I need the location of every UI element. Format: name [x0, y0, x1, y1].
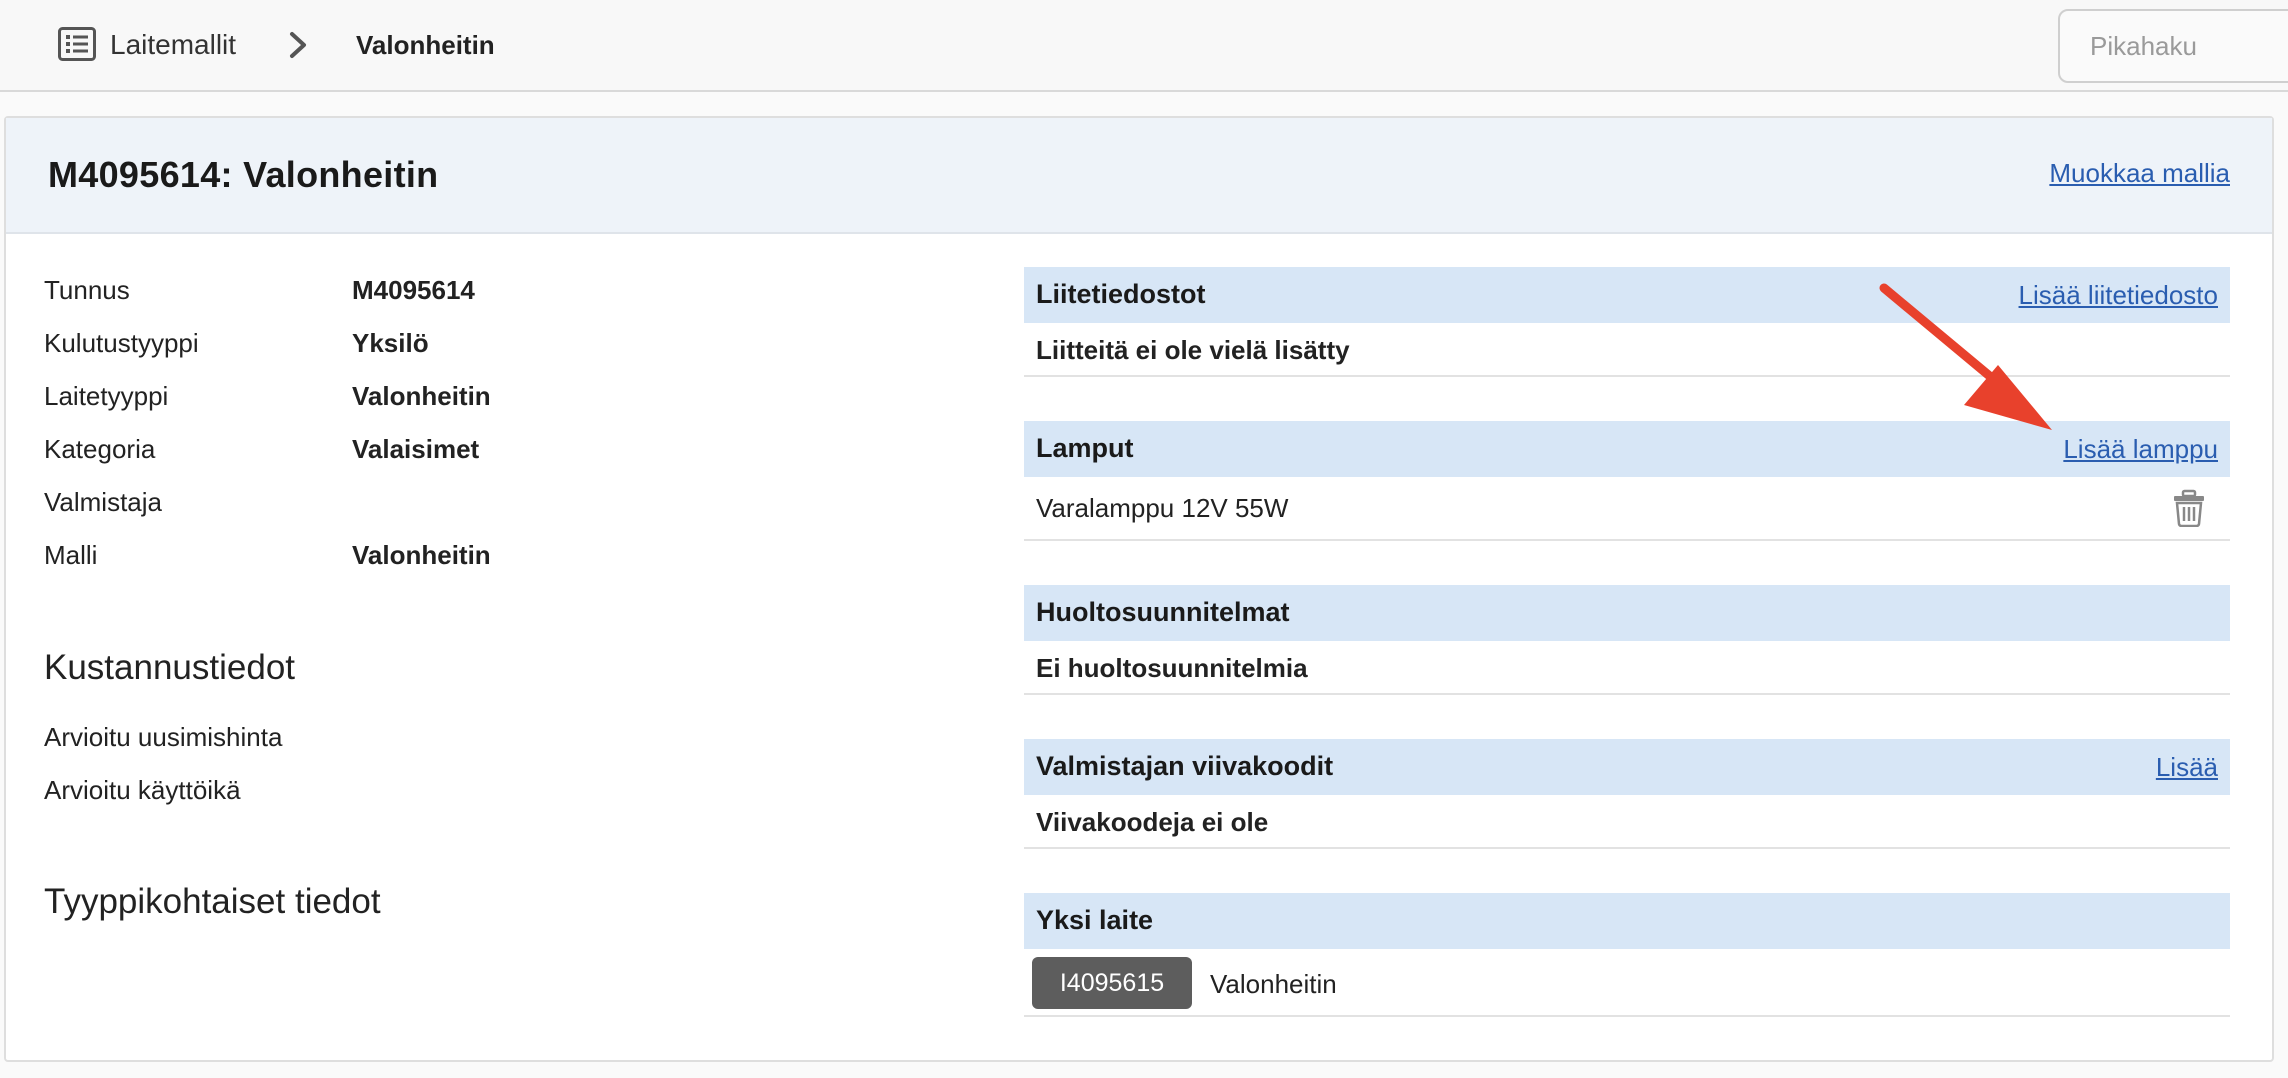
- maintenance-empty-row: Ei huoltosuunnitelmia: [1024, 641, 2230, 695]
- field-label-laitetyyppi: Laitetyyppi: [44, 381, 169, 411]
- add-barcode-link[interactable]: Lisää: [2156, 752, 2218, 783]
- lamp-name: Varalamppu 12V 55W: [1036, 493, 1289, 523]
- attachments-panel-header: Liitetiedostot Lisää liitetiedosto: [1024, 267, 2230, 323]
- attachments-empty-row: Liitteitä ei ole vielä lisätty: [1024, 323, 2230, 377]
- field-value-kategoria: Valaisimet: [352, 434, 480, 464]
- field-label-malli: Malli: [44, 540, 98, 570]
- field-value-tunnus: M4095614: [352, 275, 475, 305]
- list-icon[interactable]: [58, 27, 96, 61]
- maintenance-panel-title: Huoltosuunnitelmat: [1036, 597, 1290, 627]
- page-title: M4095614: Valonheitin: [48, 154, 439, 195]
- devices-panel-header: Yksi laite: [1024, 893, 2230, 949]
- field-label-kategoria: Kategoria: [44, 434, 156, 464]
- cost-section-heading: Kustannustiedot: [44, 648, 296, 687]
- field-label-service-life: Arvioitu käyttöikä: [44, 775, 241, 805]
- barcodes-empty-text: Viivakoodeja ei ole: [1036, 807, 1269, 837]
- field-value-laitetyyppi: Valonheitin: [352, 381, 491, 411]
- edit-model-link[interactable]: Muokkaa mallia: [2049, 158, 2230, 189]
- attachments-panel-title: Liitetiedostot: [1036, 279, 1206, 309]
- attachments-empty-text: Liitteitä ei ole vielä lisätty: [1036, 335, 1350, 365]
- barcodes-empty-row: Viivakoodeja ei ole: [1024, 795, 2230, 849]
- barcodes-panel-title: Valmistajan viivakoodit: [1036, 751, 1334, 781]
- devices-panel-title: Yksi laite: [1036, 905, 1154, 935]
- field-label-kulutustyyppi: Kulutustyyppi: [44, 328, 199, 358]
- list-item: Varalamppu 12V 55W: [1024, 477, 2230, 541]
- field-label-valmistaja: Valmistaja: [44, 487, 163, 517]
- maintenance-empty-text: Ei huoltosuunnitelmia: [1036, 653, 1308, 683]
- card-header: M4095614: Valonheitin Muokkaa mallia: [6, 118, 2272, 234]
- lamps-panel-title: Lamput: [1036, 433, 1134, 463]
- field-value-kulutustyyppi: Yksilö: [352, 328, 429, 358]
- add-lamp-link[interactable]: Lisää lamppu: [2063, 434, 2218, 465]
- type-section-heading: Tyyppikohtaiset tiedot: [44, 882, 381, 921]
- device-id-badge[interactable]: I4095615: [1032, 957, 1192, 1009]
- top-bar: Laitemallit Valonheitin: [0, 0, 2288, 92]
- breadcrumb-current: Valonheitin: [356, 30, 495, 60]
- field-value-malli: Valonheitin: [352, 540, 491, 570]
- field-label-tunnus: Tunnus: [44, 275, 130, 305]
- barcodes-panel-header: Valmistajan viivakoodit Lisää: [1024, 739, 2230, 795]
- lamps-panel-header: Lamput Lisää lamppu: [1024, 421, 2230, 477]
- maintenance-panel-header: Huoltosuunnitelmat: [1024, 585, 2230, 641]
- breadcrumb-root-link[interactable]: Laitemallit: [110, 27, 236, 63]
- trash-icon[interactable]: [2172, 489, 2206, 527]
- chevron-right-icon: [290, 32, 306, 58]
- field-label-replacement-price: Arvioitu uusimishinta: [44, 722, 283, 752]
- quick-search-input[interactable]: [2058, 9, 2288, 83]
- list-item: I4095615 Valonheitin: [1024, 949, 2230, 1017]
- device-name: Valonheitin: [1210, 969, 1337, 999]
- add-attachment-link[interactable]: Lisää liitetiedosto: [2019, 280, 2218, 311]
